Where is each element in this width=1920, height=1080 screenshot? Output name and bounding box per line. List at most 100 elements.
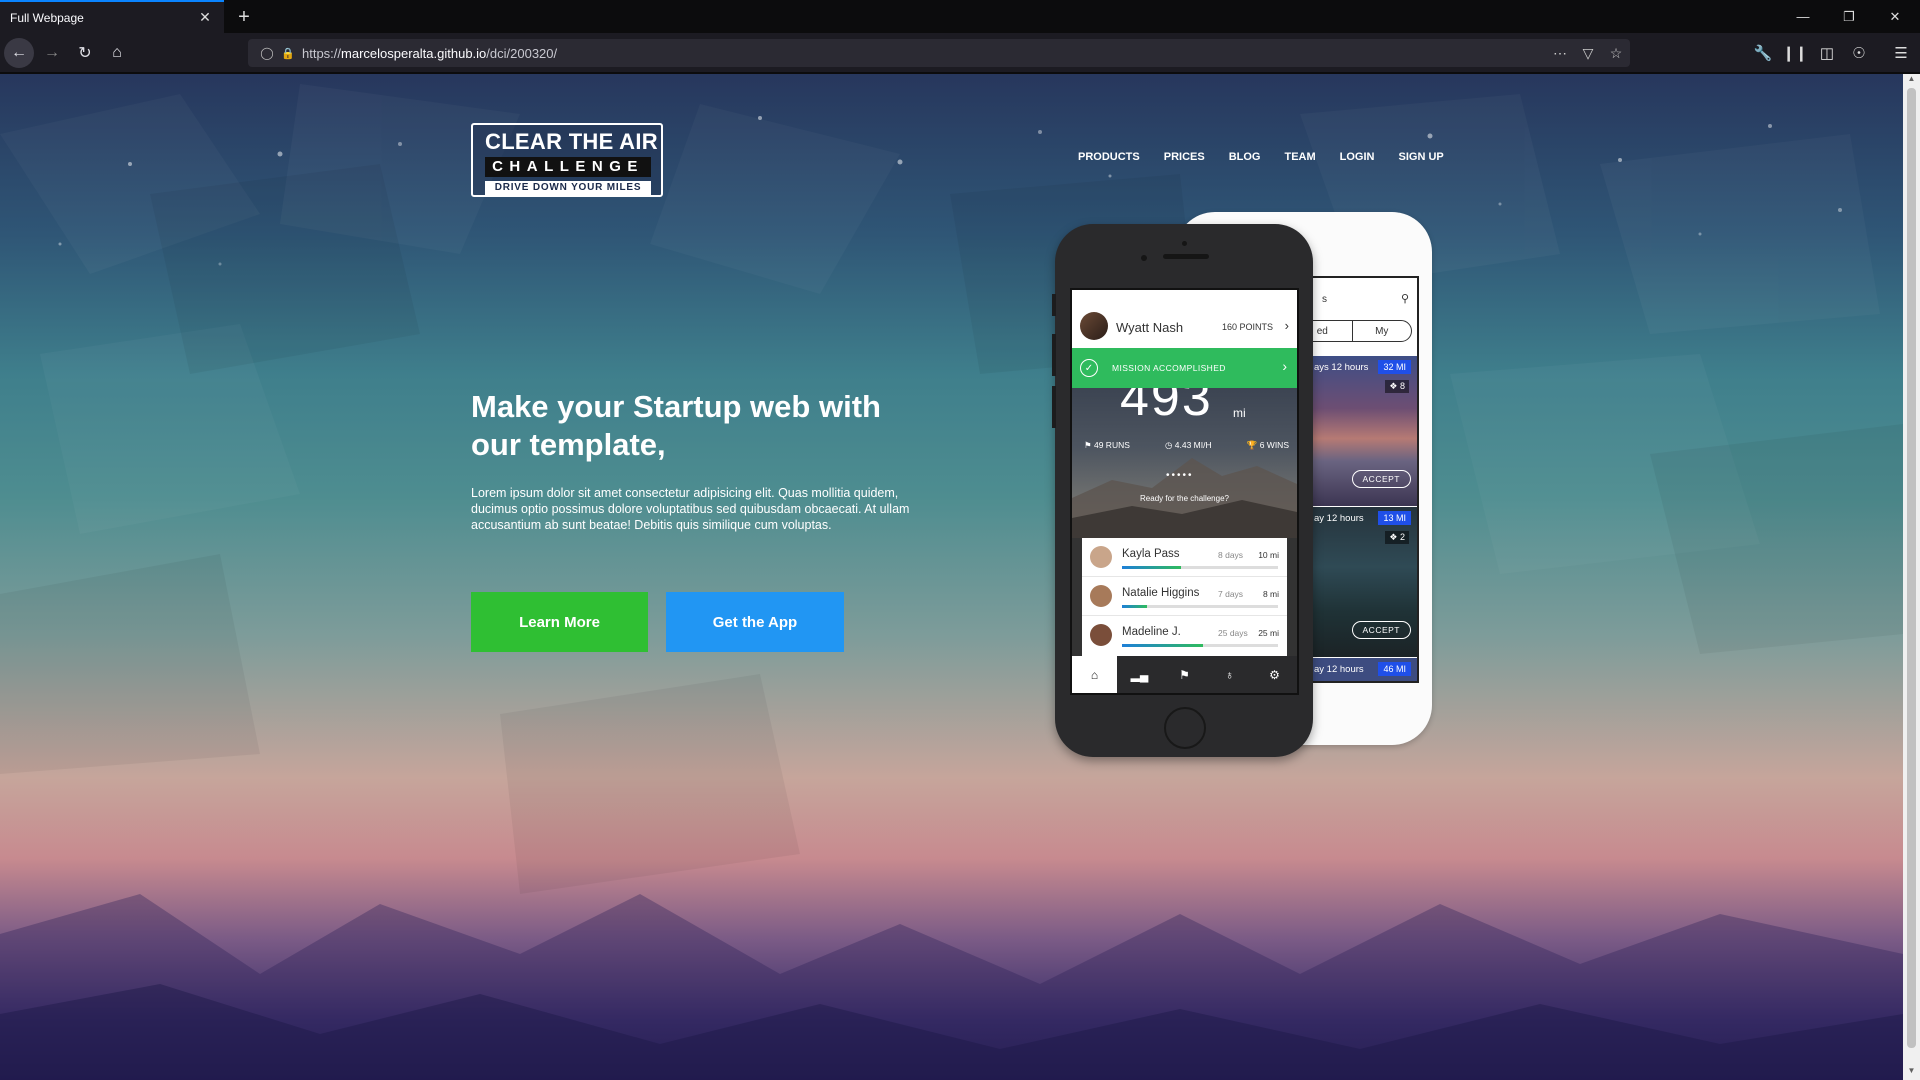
chevron-right-icon: › (1282, 358, 1287, 374)
nav-login[interactable]: LOGIN (1340, 151, 1375, 163)
progress-fill (1122, 605, 1147, 608)
pocket-icon[interactable]: ▽ (1574, 45, 1602, 62)
learn-more-button[interactable]: Learn More (471, 592, 648, 652)
phone-side-button (1052, 294, 1056, 316)
progress-bar (1122, 566, 1278, 569)
card-miles-badge: 46 MI (1378, 662, 1411, 676)
segmented-control: ed My (1312, 320, 1412, 342)
nav-bar: ← → ↻ ⌂ ◯ 🔒 https://marcelosperalta.gith… (0, 33, 1920, 73)
forward-arrow-icon[interactable]: → (37, 38, 67, 68)
stats-icon: ▂▄ (1130, 667, 1149, 682)
progress-bar (1122, 644, 1278, 647)
points: 160 POINTS (1222, 322, 1274, 332)
progress-bar (1122, 605, 1278, 608)
site-logo[interactable]: CLEAR THE AIR CHALLENGE DRIVE DOWN YOUR … (471, 123, 663, 197)
phone-side-button (1052, 334, 1056, 376)
leader-miles: 8 mi (1262, 589, 1279, 599)
phone-black-screen: Wyatt Nash 160 POINTS › ✓ MISSION ACCOMP… (1070, 288, 1299, 695)
miles-unit: mi (1233, 406, 1246, 420)
list-item: Natalie Higgins 7 days 8 mi (1082, 577, 1287, 616)
nav-products[interactable]: PRODUCTS (1078, 151, 1140, 163)
account-icon[interactable]: ☉ (1844, 38, 1874, 68)
user-name: Wyatt Nash (1116, 320, 1184, 335)
leader-name: Natalie Higgins (1122, 587, 1200, 599)
pager-dots: ••••• (1166, 470, 1194, 481)
back-arrow-icon[interactable]: ← (4, 38, 34, 68)
card-duration: ay 12 hours (1314, 513, 1364, 524)
scroll-down-icon[interactable]: ▼ (1903, 1066, 1920, 1080)
wins-value: 6 WINS (1259, 440, 1289, 450)
card-duration: ays 12 hours (1314, 362, 1369, 373)
nav-signup[interactable]: SIGN UP (1399, 151, 1444, 163)
app-tab-bar: ⌂ ▂▄ ⚑ ♁ ⚙ (1072, 656, 1297, 693)
logo-line-2: CHALLENGE (485, 157, 651, 177)
tab-active[interactable]: Full Webpage ✕ (0, 0, 224, 33)
leader-days: 25 days (1218, 628, 1248, 638)
runs-stat: ⚑ 49 RUNS (1084, 440, 1130, 450)
lock-icon[interactable]: 🔒 (278, 47, 298, 60)
reload-icon[interactable]: ↻ (70, 38, 100, 68)
profile-header: Wyatt Nash 160 POINTS › (1072, 290, 1297, 348)
sidebar-icon[interactable]: ◫ (1812, 38, 1842, 68)
accept-button: ACCEPT (1351, 470, 1411, 488)
speed-value: 4.43 MI/H (1174, 440, 1212, 450)
ready-text: Ready for the challenge? (1140, 494, 1229, 503)
low-poly-background (0, 116, 1903, 1080)
minimize-button[interactable]: — (1780, 0, 1826, 33)
library-icon[interactable]: ❙❙ (1780, 38, 1810, 68)
logo-line-3: DRIVE DOWN YOUR MILES (485, 181, 651, 195)
home-icon[interactable]: ⌂ (102, 38, 132, 68)
url-host: marcelosperalta.github.io (341, 45, 487, 61)
vertical-scrollbar[interactable]: ▲ ▼ (1903, 74, 1920, 1080)
nav-team[interactable]: TEAM (1284, 151, 1315, 163)
menu-icon[interactable]: ☰ (1886, 38, 1916, 68)
url-prefix: https:// (302, 45, 342, 61)
get-the-app-button[interactable]: Get the App (666, 592, 844, 652)
scrollbar-thumb[interactable] (1907, 88, 1916, 1048)
segment-my: My (1351, 321, 1412, 341)
logo-line-1: CLEAR THE AIR (485, 129, 658, 154)
check-icon: ✓ (1080, 359, 1098, 377)
avatar (1090, 585, 1112, 607)
nav-prices[interactable]: PRICES (1164, 151, 1205, 163)
accept-button: ACCEPT (1351, 621, 1411, 639)
leader-miles: 10 mi (1258, 550, 1279, 560)
avatar (1090, 546, 1112, 568)
new-tab-button[interactable]: + (232, 5, 256, 29)
wins-stat: 🏆 6 WINS (1246, 440, 1289, 450)
runs-value: 49 RUNS (1093, 440, 1130, 450)
phone-sensor-icon (1141, 255, 1147, 261)
phone-home-button (1164, 707, 1206, 749)
chevron-right-icon: › (1284, 318, 1289, 333)
phone-speaker (1163, 254, 1209, 259)
page-viewport: CLEAR THE AIR CHALLENGE DRIVE DOWN YOUR … (0, 74, 1903, 1080)
scroll-up-icon[interactable]: ▲ (1903, 74, 1920, 88)
shield-icon[interactable]: ◯ (256, 46, 278, 60)
total-miles: 493 (1120, 388, 1213, 427)
challenge-card: ay 12 hours 13 MI ❖ 2 ACCEPT (1312, 507, 1417, 657)
url-text[interactable]: https://marcelosperalta.github.io/dci/20… (298, 46, 1546, 61)
tab-bar: Full Webpage ✕ + — ❐ ✕ (0, 0, 1920, 33)
close-window-button[interactable]: ✕ (1872, 0, 1918, 33)
stats-row: ⚑ 49 RUNS ◷ 4.43 MI/H 🏆 6 WINS (1084, 440, 1289, 451)
flag-icon: ⚑ (1179, 667, 1190, 682)
list-item: Kayla Pass 8 days 10 mi (1082, 538, 1287, 577)
search-label: s (1322, 294, 1327, 305)
leader-name: Kayla Pass (1122, 548, 1180, 560)
mission-text: MISSION ACCOMPLISHED (1112, 363, 1226, 373)
page-actions-icon[interactable]: ⋯ (1546, 45, 1574, 62)
card-miles-badge: 13 MI (1378, 511, 1411, 525)
tab-close-icon[interactable]: ✕ (196, 9, 214, 27)
tab-title: Full Webpage (10, 10, 84, 25)
tools-wrench-icon[interactable]: 🔧 (1748, 38, 1778, 68)
phone-side-button (1052, 386, 1056, 428)
card-miles-badge: 32 MI (1378, 360, 1411, 374)
nav-blog[interactable]: BLOG (1229, 151, 1261, 163)
url-bar[interactable]: ◯ 🔒 https://marcelosperalta.github.io/dc… (248, 39, 1630, 67)
phone-camera-icon (1182, 241, 1187, 246)
avatar (1090, 624, 1112, 646)
bookmark-star-icon[interactable]: ☆ (1602, 45, 1630, 62)
phone-white-screen: s ⚲ ed My ays 12 hours 32 MI ❖ 8 ACCEPT … (1310, 276, 1419, 683)
speed-stat: ◷ 4.43 MI/H (1165, 440, 1212, 450)
restore-button[interactable]: ❐ (1826, 0, 1872, 33)
